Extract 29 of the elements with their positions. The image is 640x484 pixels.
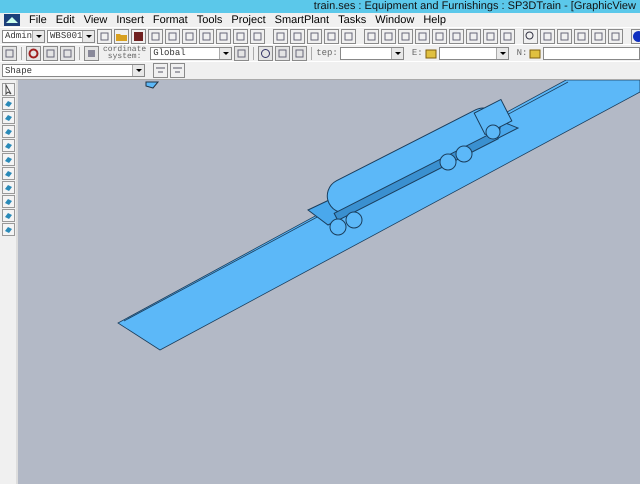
menu-item[interactable]: Help	[423, 14, 446, 26]
app-logo-icon	[4, 14, 20, 26]
step-dropdown[interactable]	[340, 46, 404, 60]
menu-item[interactable]: Format	[152, 14, 188, 26]
step-label: tep:	[316, 48, 338, 58]
n-label: N:	[516, 48, 528, 58]
system-label: system:	[108, 53, 142, 60]
northing-field[interactable]	[543, 46, 640, 60]
filter-dropdown[interactable]: Shape	[2, 64, 145, 77]
menu-item[interactable]: View	[84, 14, 108, 26]
menu-item[interactable]: Project	[231, 14, 266, 26]
permission-group-dropdown[interactable]: Admin	[2, 30, 46, 42]
save-icon[interactable]	[131, 28, 146, 44]
coordinate-label: cordinate	[103, 46, 146, 53]
wbs-dropdown[interactable]: WBS001	[47, 30, 96, 42]
road-fragment	[146, 82, 160, 89]
menu-item[interactable]: Edit	[56, 14, 75, 26]
window-title: train.ses : Equipment and Furnishings : SP3DTrain - [GraphicView	[314, 0, 636, 13]
easting-dropdown[interactable]	[438, 46, 509, 60]
arrow-pointer-icon[interactable]	[2, 83, 14, 96]
menu-item[interactable]: SmartPlant	[274, 14, 330, 26]
menu-item[interactable]: Insert	[116, 14, 144, 26]
menu-item[interactable]: Tools	[196, 14, 222, 26]
e-label: E:	[412, 48, 423, 58]
menu-item[interactable]: File	[29, 14, 47, 26]
coordinate-system-dropdown[interactable]: Global	[150, 46, 232, 60]
menu-item[interactable]: Tasks	[338, 14, 366, 26]
menu-item[interactable]: Window	[375, 14, 414, 26]
search-icon[interactable]	[523, 28, 538, 44]
